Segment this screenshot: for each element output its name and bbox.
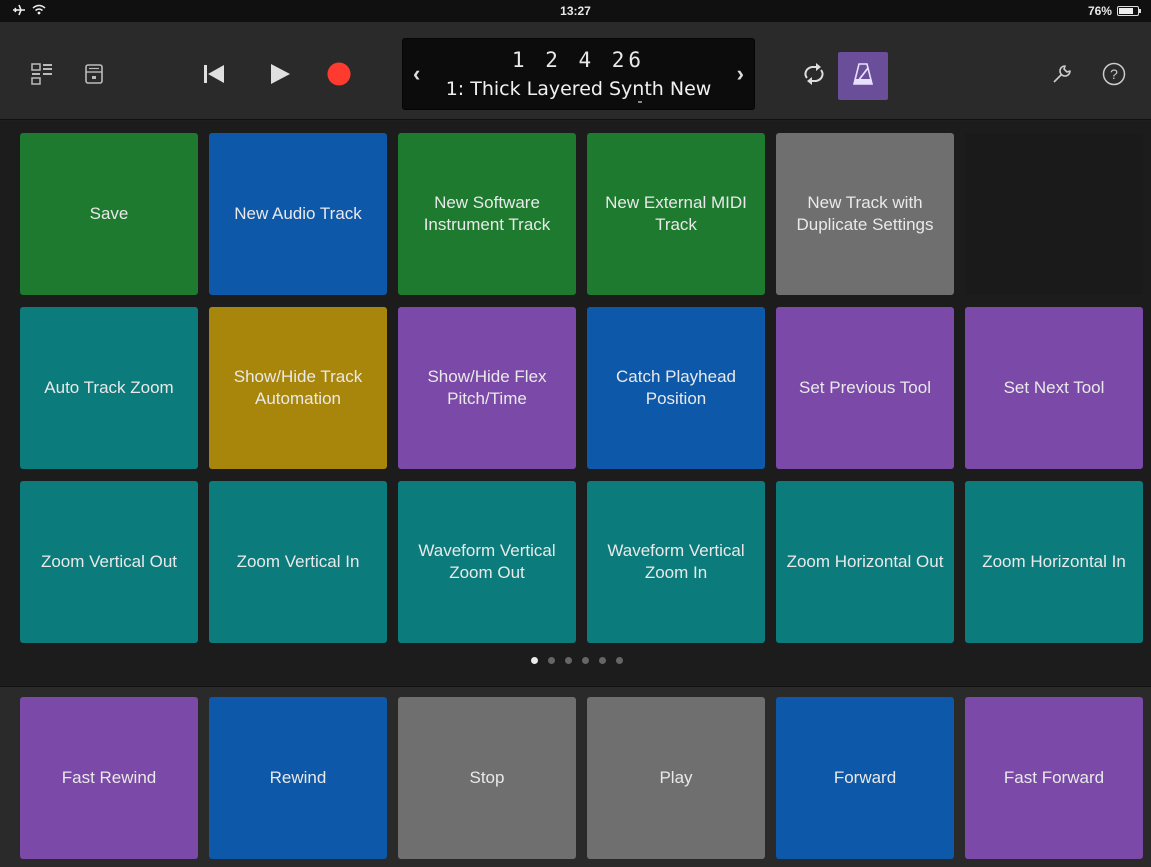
- wifi-icon: [32, 4, 46, 18]
- pad-save[interactable]: Save: [20, 133, 198, 295]
- page-dot[interactable]: [564, 657, 572, 664]
- lcd-display[interactable]: ‹ 1 2 4 26 1: Thick Layered Synth New ›: [402, 38, 755, 110]
- svg-text:?: ?: [1110, 66, 1118, 82]
- transport-stop-button[interactable]: Stop: [398, 697, 576, 859]
- transport-fast-rewind-button[interactable]: Fast Rewind: [20, 697, 198, 859]
- status-bar: 13:27 76%: [0, 0, 1151, 22]
- lcd-next-track-button[interactable]: ›: [737, 61, 744, 87]
- transport-fast-forward-button[interactable]: Fast Forward: [965, 697, 1143, 859]
- pad-catch-playhead-position[interactable]: Catch Playhead Position: [587, 307, 765, 469]
- pad-new-software-instrument-track[interactable]: New Software Instrument Track: [398, 133, 576, 295]
- pad-zoom-horizontal-out[interactable]: Zoom Horizontal Out: [776, 481, 954, 643]
- pad-zoom-vertical-in[interactable]: Zoom Vertical In: [209, 481, 387, 643]
- battery-percent: 76%: [1087, 4, 1112, 18]
- transport-rewind-button[interactable]: Rewind: [209, 697, 387, 859]
- page-dot[interactable]: [615, 657, 623, 664]
- transport-forward-button[interactable]: Forward: [776, 697, 954, 859]
- settings-wrench-icon[interactable]: [1050, 62, 1074, 86]
- cycle-icon[interactable]: [800, 62, 828, 86]
- pad-new-external-midi-track[interactable]: New External MIDI Track: [587, 133, 765, 295]
- library-icon[interactable]: [82, 62, 106, 86]
- track-name: 1: Thick Layered Synth New: [445, 78, 712, 100]
- airplane-icon: [12, 4, 26, 19]
- pad-show-hide-track-automation[interactable]: Show/Hide Track Automation: [209, 307, 387, 469]
- page-dot[interactable]: [598, 657, 606, 664]
- pad-empty[interactable]: [965, 133, 1143, 295]
- pad-set-previous-tool[interactable]: Set Previous Tool: [776, 307, 954, 469]
- play-icon[interactable]: [268, 62, 292, 86]
- pad-set-next-tool[interactable]: Set Next Tool: [965, 307, 1143, 469]
- metronome-button[interactable]: [838, 52, 888, 100]
- status-right: 76%: [1019, 4, 1141, 18]
- pad-zoom-horizontal-in[interactable]: Zoom Horizontal In: [965, 481, 1143, 643]
- lcd-indicator: [638, 101, 642, 103]
- playhead-position: 1 2 4 26: [511, 48, 646, 72]
- pad-zoom-vertical-out[interactable]: Zoom Vertical Out: [20, 481, 198, 643]
- help-icon[interactable]: ?: [1102, 62, 1126, 86]
- page-dot[interactable]: [547, 657, 555, 664]
- pad-new-track-with-duplicate-settings[interactable]: New Track with Duplicate Settings: [776, 133, 954, 295]
- page-dot[interactable]: [530, 657, 538, 664]
- battery-icon: [1116, 6, 1141, 16]
- page-dot[interactable]: [581, 657, 589, 664]
- pad-waveform-vertical-zoom-in[interactable]: Waveform Vertical Zoom In: [587, 481, 765, 643]
- pad-auto-track-zoom[interactable]: Auto Track Zoom: [20, 307, 198, 469]
- pad-new-audio-track[interactable]: New Audio Track: [209, 133, 387, 295]
- battery-level: [1118, 8, 1133, 14]
- metronome-icon: [852, 62, 874, 91]
- browser-icon[interactable]: [30, 62, 54, 86]
- transport-play-button[interactable]: Play: [587, 697, 765, 859]
- status-time: 13:27: [560, 4, 591, 18]
- record-icon[interactable]: [327, 62, 351, 86]
- page-indicator[interactable]: [0, 657, 1151, 671]
- pad-show-hide-flex-pitch-time[interactable]: Show/Hide Flex Pitch/Time: [398, 307, 576, 469]
- control-bar: ‹ 1 2 4 26 1: Thick Layered Synth New › …: [0, 22, 1151, 120]
- go-to-start-icon[interactable]: [202, 62, 226, 86]
- pad-waveform-vertical-zoom-out[interactable]: Waveform Vertical Zoom Out: [398, 481, 576, 643]
- status-left: [12, 4, 132, 19]
